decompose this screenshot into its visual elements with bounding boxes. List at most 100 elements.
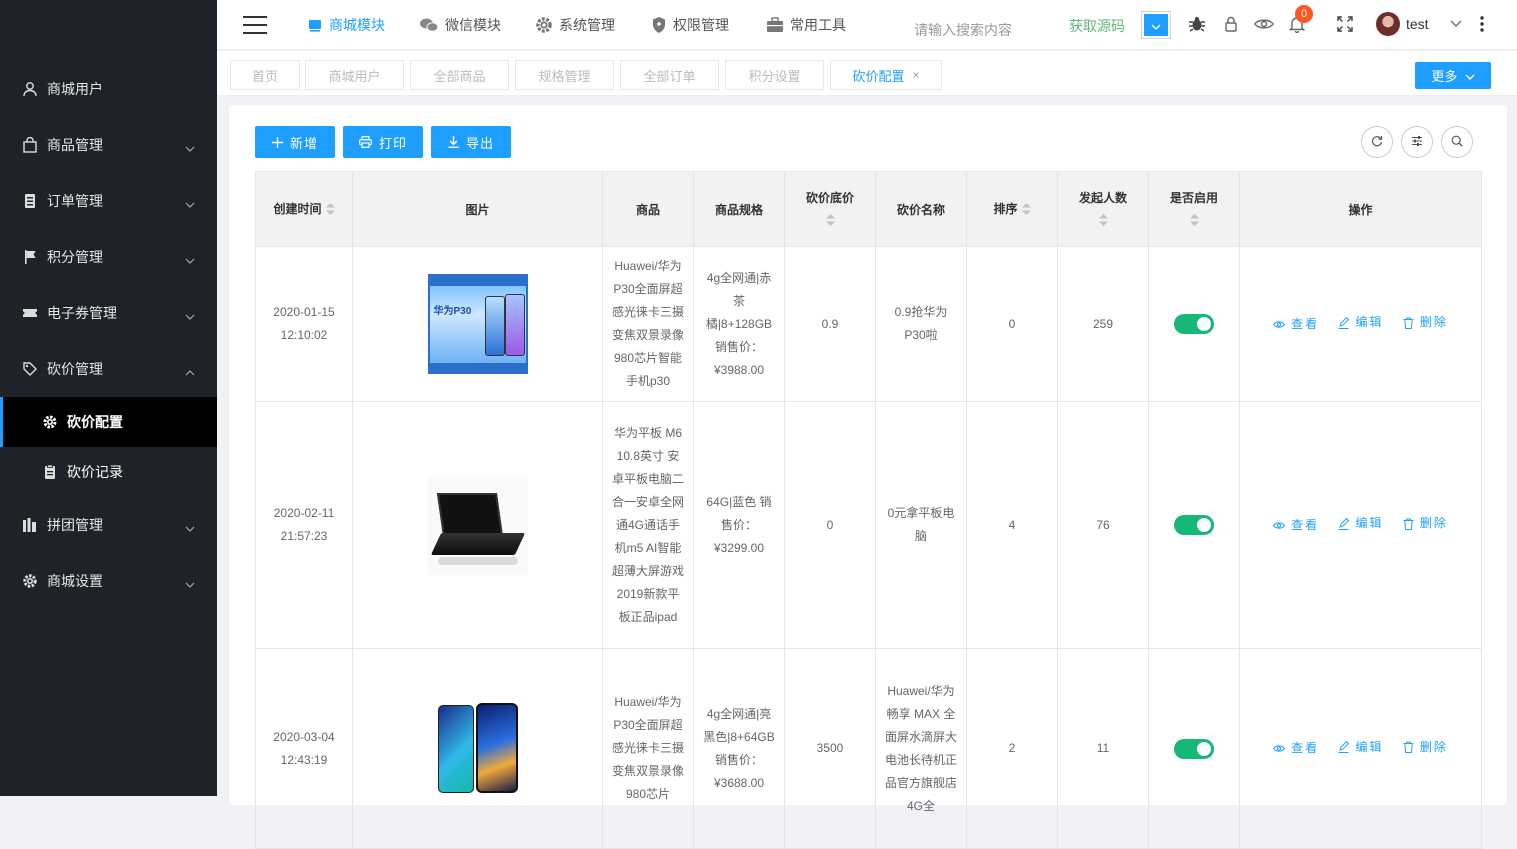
trash-icon <box>1403 741 1414 754</box>
sidebar-item-bargain[interactable]: 砍价管理 <box>0 341 217 397</box>
enabled-toggle[interactable] <box>1174 738 1214 759</box>
sidebar-subitem-bargain-config[interactable]: 砍价配置 <box>0 397 217 447</box>
sidebar-item-orders[interactable]: 订单管理 <box>0 173 217 229</box>
topnav-store[interactable]: 商城模块 <box>307 0 385 50</box>
lock-icon[interactable] <box>1220 13 1242 35</box>
export-button[interactable]: 导出 <box>431 126 511 158</box>
view-label: 查看 <box>1291 517 1320 532</box>
print-button[interactable]: 打印 <box>343 126 423 158</box>
sliders-icon <box>1411 135 1423 150</box>
enabled-toggle[interactable] <box>1174 314 1214 335</box>
cell-floor-price: 3500 <box>784 648 876 849</box>
view-button[interactable]: 查看 <box>1273 737 1319 760</box>
chevron-down-icon[interactable] <box>1445 13 1467 35</box>
edit-button[interactable]: 编辑 <box>1338 512 1383 535</box>
tab-store-users[interactable]: 商城用户 <box>305 60 404 90</box>
filter-columns-button[interactable] <box>1401 126 1433 158</box>
topnav-label: 权限管理 <box>673 17 729 33</box>
col-sort[interactable]: 排序 <box>966 171 1058 247</box>
sidebar-item-coupons[interactable]: 电子券管理 <box>0 285 217 341</box>
delete-button[interactable]: 删除 <box>1403 512 1448 535</box>
col-created[interactable]: 创建时间 <box>255 171 353 247</box>
sort-icon[interactable] <box>1066 214 1140 229</box>
cell-floor-price: 0.9 <box>784 246 876 402</box>
chevron-down-icon <box>185 251 195 267</box>
cell-bargain-name: Huawei/华为畅享 MAX 全面屏水滴屏大电池长待机正品官方旗舰店 4G全 <box>875 648 967 849</box>
sidebar-subitem-bargain-records[interactable]: 砍价记录 <box>0 447 217 497</box>
sort-icon[interactable] <box>325 202 335 218</box>
cell-floor-price: 0 <box>784 401 876 649</box>
col-enabled[interactable]: 是否启用 <box>1148 171 1240 247</box>
topnav-label: 微信模块 <box>445 17 501 33</box>
sidebar-item-points[interactable]: 积分管理 <box>0 229 217 285</box>
avatar[interactable] <box>1376 12 1400 36</box>
cell-enabled <box>1148 648 1240 849</box>
col-floor-price[interactable]: 砍价底价 <box>784 171 876 247</box>
search-button[interactable] <box>1441 126 1473 158</box>
col-product: 商品 <box>602 171 694 247</box>
delete-label: 删除 <box>1419 739 1448 754</box>
tabs-bar: 首页 商城用户 全部商品 规格管理 全部订单 积分设置 砍价配置 × 更多 <box>217 51 1517 96</box>
gear-icon <box>42 414 58 430</box>
topnav-wechat[interactable]: 微信模块 <box>419 0 501 50</box>
username[interactable]: test <box>1406 16 1429 32</box>
printer-icon <box>359 136 372 148</box>
tab-home[interactable]: 首页 <box>230 60 300 90</box>
tab-bargain-config[interactable]: 砍价配置 × <box>830 60 942 90</box>
menu-toggle-icon[interactable] <box>243 16 267 34</box>
tab-all-products[interactable]: 全部商品 <box>410 60 509 90</box>
delete-button[interactable]: 删除 <box>1403 736 1448 759</box>
refresh-button[interactable] <box>1361 126 1393 158</box>
topnav-tools[interactable]: 常用工具 <box>766 0 846 50</box>
edit-label: 编辑 <box>1355 516 1384 531</box>
delete-button[interactable]: 删除 <box>1403 311 1448 334</box>
edit-button[interactable]: 编辑 <box>1338 311 1383 334</box>
col-initiators[interactable]: 发起人数 <box>1057 171 1149 247</box>
sidebar-item-products[interactable]: 商品管理 <box>0 117 217 173</box>
topnav-permissions[interactable]: 权限管理 <box>651 0 729 50</box>
tab-all-orders[interactable]: 全部订单 <box>620 60 719 90</box>
get-source-link[interactable]: 获取源码 <box>1069 16 1125 36</box>
tab-spec-management[interactable]: 规格管理 <box>515 60 614 90</box>
sort-icon[interactable] <box>1021 202 1031 218</box>
sidebar-item-label: 商城用户 <box>47 81 103 97</box>
sort-icon[interactable] <box>1157 214 1231 229</box>
top-header: 商城模块 微信模块 系统管理 权限管理 常用工具 请输入搜索内容 获取源码 0 … <box>217 0 1517 50</box>
chevron-down-icon <box>1465 68 1475 83</box>
delete-label: 删除 <box>1419 516 1448 531</box>
col-label: 发起人数 <box>1078 191 1127 205</box>
search-input[interactable]: 请输入搜索内容 <box>914 20 1012 40</box>
gear-icon <box>535 16 553 34</box>
eye-icon[interactable] <box>1253 13 1275 35</box>
col-label: 砍价底价 <box>805 191 854 205</box>
sidebar-item-groupbuy[interactable]: 拼团管理 <box>0 497 217 553</box>
add-button[interactable]: 新增 <box>255 126 335 158</box>
source-select[interactable] <box>1141 11 1171 39</box>
tab-points-settings[interactable]: 积分设置 <box>725 60 824 90</box>
topnav-system[interactable]: 系统管理 <box>535 0 615 50</box>
view-button[interactable]: 查看 <box>1273 514 1319 537</box>
sidebar-item-users[interactable]: 商城用户 <box>0 61 217 117</box>
col-image: 图片 <box>352 171 603 247</box>
more-vertical-icon[interactable] <box>1471 13 1493 35</box>
shield-icon <box>651 16 667 34</box>
sort-icon[interactable] <box>793 214 867 229</box>
fullscreen-icon[interactable] <box>1334 13 1356 35</box>
edit-icon <box>1338 316 1350 329</box>
edit-button[interactable]: 编辑 <box>1338 736 1383 759</box>
close-icon[interactable]: × <box>913 68 920 82</box>
topnav-label: 商城模块 <box>329 17 385 33</box>
bug-icon[interactable] <box>1186 13 1208 35</box>
sidebar-item-settings[interactable]: 商城设置 <box>0 553 217 609</box>
view-button[interactable]: 查看 <box>1273 313 1319 336</box>
col-label: 图片 <box>465 202 490 217</box>
cell-product: 华为平板 M6 10.8英寸 安卓平板电脑二合一安卓全网通4G通话手机m5 AI… <box>602 401 694 649</box>
col-bargain-name: 砍价名称 <box>875 171 967 247</box>
enabled-toggle[interactable] <box>1174 515 1214 536</box>
more-button[interactable]: 更多 <box>1415 62 1491 89</box>
col-label: 排序 <box>993 202 1018 217</box>
col-label: 操作 <box>1348 202 1373 217</box>
edit-label: 编辑 <box>1355 739 1384 754</box>
edit-label: 编辑 <box>1355 315 1384 330</box>
topnav-label: 常用工具 <box>790 17 846 33</box>
